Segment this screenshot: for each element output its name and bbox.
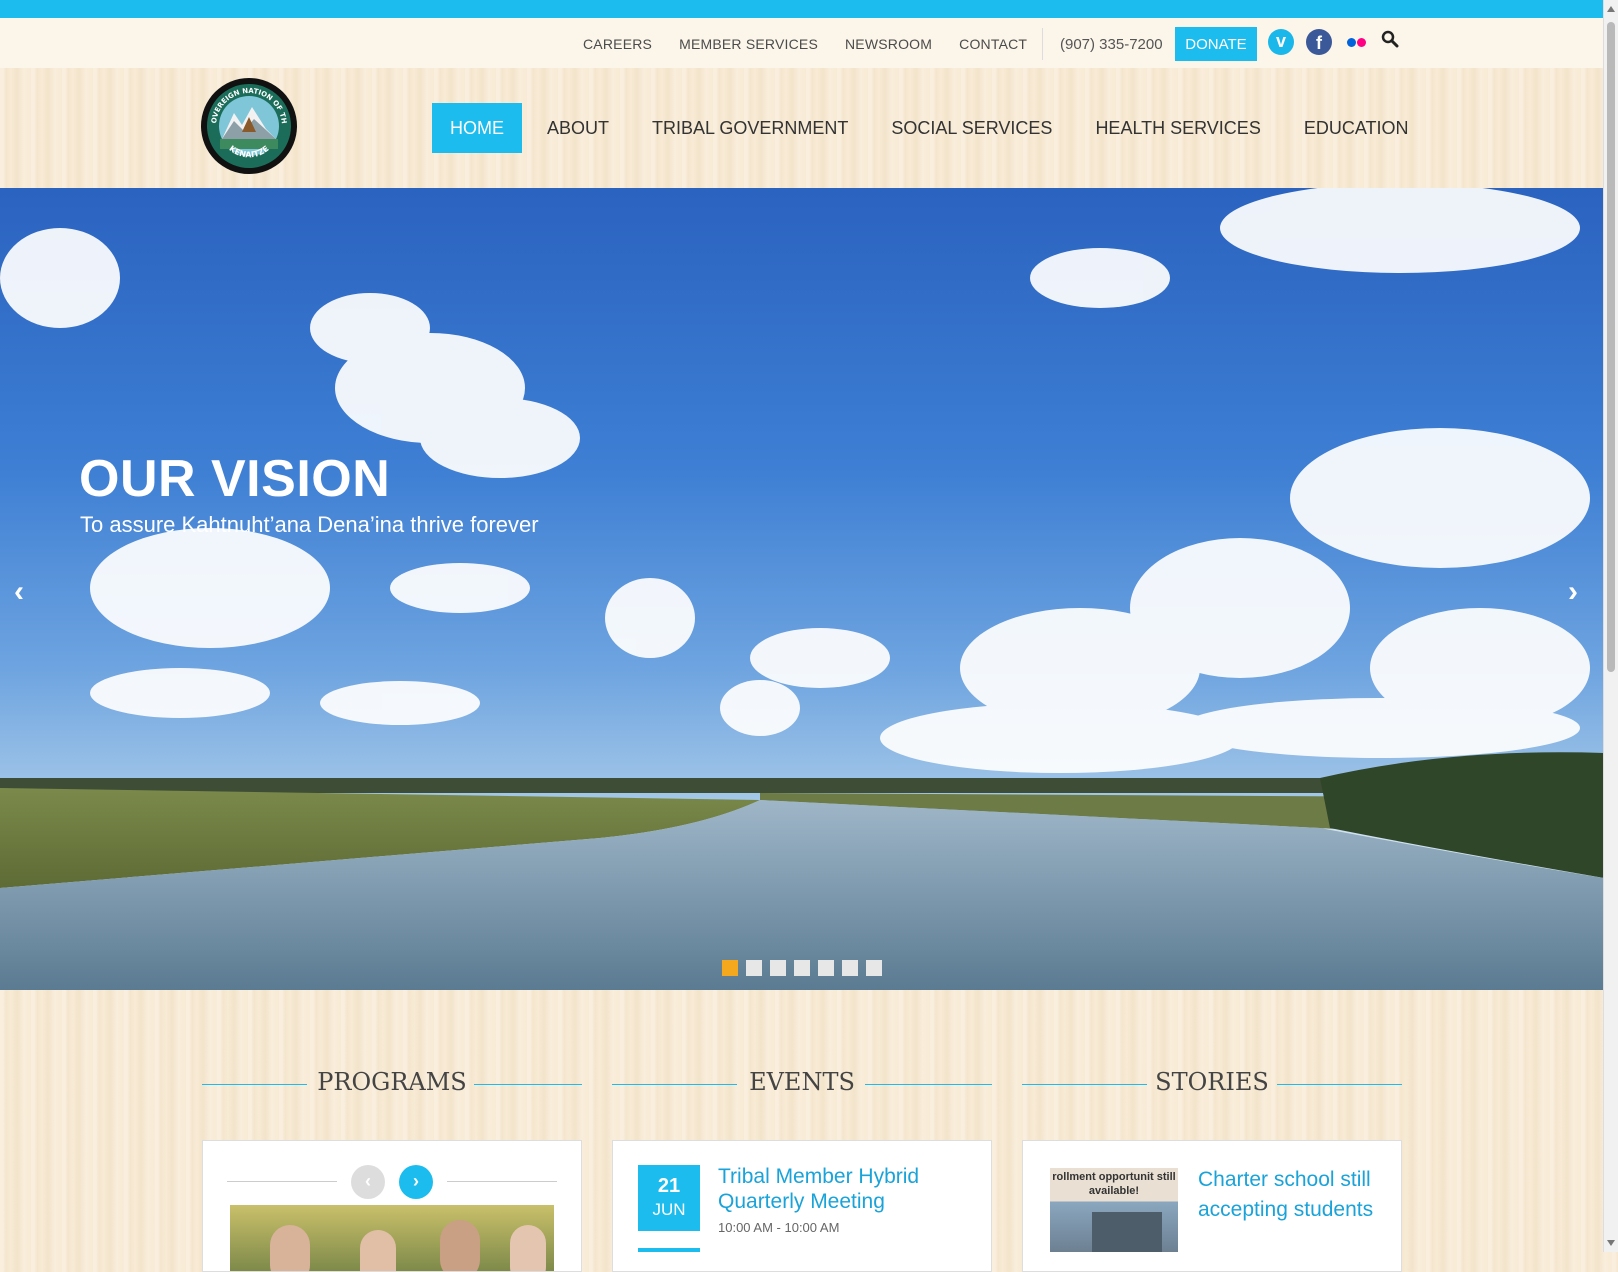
hero-title: OUR VISION [79, 450, 391, 508]
utility-divider [1042, 28, 1043, 60]
nav-about[interactable]: ABOUT [529, 103, 627, 153]
event-time: 10:00 AM - 10:00 AM [718, 1220, 840, 1235]
main-nav: HOME ABOUT TRIBAL GOVERNMENT SOCIAL SERV… [432, 103, 1434, 153]
slider-dot-3[interactable] [770, 960, 786, 976]
programs-prev-icon[interactable]: ‹ [351, 1165, 385, 1199]
hero-slider: OUR VISION To assure Kahtnuht’ana Dena’i… [0, 188, 1604, 990]
story-thumbnail-text: rollment opportunit still available! [1052, 1171, 1176, 1197]
search-icon[interactable] [1380, 29, 1406, 55]
slider-dot-6[interactable] [842, 960, 858, 976]
event-date-badge[interactable]: 21 JUN [638, 1165, 700, 1231]
nav-health-services[interactable]: HEALTH SERVICES [1077, 103, 1278, 153]
slider-next-icon[interactable]: › [1568, 575, 1578, 609]
top-accent-bar [0, 0, 1604, 18]
slider-dots [722, 960, 882, 976]
scrollbar-thumb[interactable] [1607, 22, 1615, 672]
slider-dot-1[interactable] [722, 960, 738, 976]
slider-dot-2[interactable] [746, 960, 762, 976]
tribal-logo[interactable]: SOVEREIGN NATION OF THE KENAITZE [197, 71, 298, 175]
programs-divider-left [227, 1181, 337, 1182]
nav-social-services[interactable]: SOCIAL SERVICES [873, 103, 1070, 153]
hero-subtitle: To assure Kahtnuht’ana Dena’ina thrive f… [80, 512, 539, 537]
slider-dot-4[interactable] [794, 960, 810, 976]
utility-link-newsroom[interactable]: NEWSROOM [845, 36, 932, 52]
page-scrollbar[interactable] [1603, 0, 1618, 1252]
story-thumbnail-building [1092, 1212, 1162, 1252]
utility-link-contact[interactable]: CONTACT [959, 36, 1027, 52]
programs-next-icon[interactable]: › [399, 1165, 433, 1199]
nav-education[interactable]: EDUCATION [1286, 103, 1427, 153]
stories-label: STORIES [1155, 1068, 1269, 1096]
vimeo-icon[interactable]: v [1268, 29, 1294, 55]
programs-heading: PROGRAMS [202, 1068, 582, 1098]
utility-nav: CAREERS MEMBER SERVICES NEWSROOM CONTACT [583, 36, 1054, 52]
events-label: EVENTS [749, 1068, 855, 1096]
slider-dot-5[interactable] [818, 960, 834, 976]
flickr-icon[interactable] [1344, 29, 1370, 55]
nav-tribal-government[interactable]: TRIBAL GOVERNMENT [634, 103, 866, 153]
event-title-link[interactable]: Tribal Member Hybrid Quarterly Meeting [718, 1164, 948, 1214]
slider-dot-7[interactable] [866, 960, 882, 976]
utility-link-careers[interactable]: CAREERS [583, 36, 652, 52]
utility-link-member-services[interactable]: MEMBER SERVICES [679, 36, 818, 52]
phone-number[interactable]: (907) 335-7200 [1060, 36, 1163, 53]
donate-button[interactable]: DONATE [1175, 27, 1257, 61]
programs-label: PROGRAMS [317, 1068, 467, 1096]
programs-photo[interactable] [230, 1205, 554, 1271]
slider-prev-icon[interactable]: ‹ [14, 575, 24, 609]
scroll-up-icon[interactable] [1607, 6, 1615, 12]
stories-heading: STORIES [1022, 1068, 1402, 1098]
event-date-badge-next [638, 1248, 700, 1252]
programs-divider-right [447, 1181, 557, 1182]
scroll-down-icon[interactable] [1607, 1240, 1615, 1246]
nav-home[interactable]: HOME [432, 103, 522, 153]
story-thumbnail[interactable]: rollment opportunit still available! [1050, 1168, 1178, 1252]
hero-image [0, 188, 1604, 990]
story-title-link[interactable]: Charter school still accepting students [1198, 1165, 1388, 1225]
event-month: JUN [652, 1200, 686, 1219]
facebook-icon[interactable]: f [1306, 29, 1332, 55]
events-heading: EVENTS [612, 1068, 992, 1098]
programs-card: ‹ › [202, 1140, 582, 1272]
event-day: 21 [657, 1175, 681, 1197]
